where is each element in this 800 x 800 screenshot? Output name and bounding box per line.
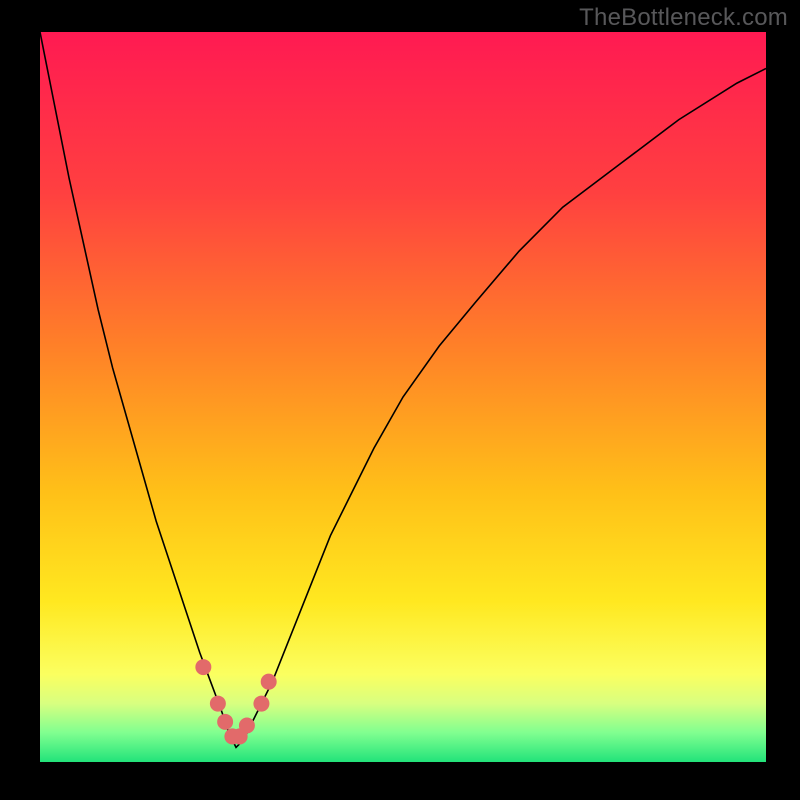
chart-frame: TheBottleneck.com xyxy=(0,0,800,800)
marker-dot xyxy=(210,696,226,712)
marker-dot xyxy=(261,674,277,690)
marker-dot xyxy=(239,717,255,733)
marker-dot xyxy=(253,696,269,712)
watermark-text: TheBottleneck.com xyxy=(579,4,788,32)
marker-dot xyxy=(217,714,233,730)
marker-dot xyxy=(195,659,211,675)
bottleneck-chart xyxy=(40,32,766,762)
